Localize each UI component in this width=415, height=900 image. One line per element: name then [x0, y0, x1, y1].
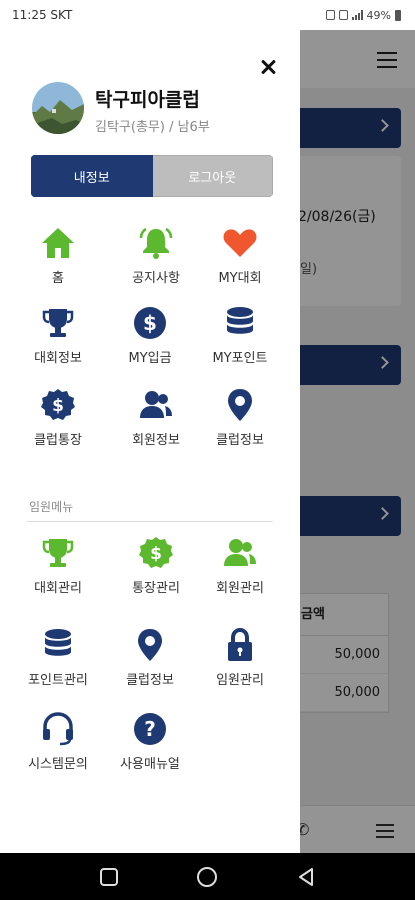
battery-text: 49%: [366, 8, 391, 22]
menu-label: 클럽정보: [126, 673, 174, 688]
menu-item-system-inquiry[interactable]: 시스템문의: [8, 712, 108, 782]
account-buttons: 내정보 로그아웃: [31, 155, 273, 197]
menu-item-home[interactable]: 홈: [8, 226, 108, 296]
status-icons: 49%: [325, 8, 401, 22]
logout-button[interactable]: 로그아웃: [152, 155, 273, 197]
signal-icon: [351, 10, 363, 20]
map-pin-icon: [228, 389, 252, 421]
menu-label: 시스템문의: [28, 757, 88, 772]
menu-item-member-admin[interactable]: 회원관리: [190, 536, 290, 606]
battery-icon: [395, 9, 401, 21]
status-time: 11:25 SKT: [12, 8, 72, 22]
menu-label: 사용매뉴얼: [120, 757, 180, 772]
heart-icon: [223, 229, 257, 257]
question-icon: ?: [134, 713, 166, 745]
menu-item-club-account[interactable]: $ 클럽통장: [8, 388, 108, 458]
recent-apps-button[interactable]: [89, 857, 129, 897]
dollar-badge-icon: $: [41, 389, 75, 420]
home-button[interactable]: [187, 857, 227, 897]
home-icon: [42, 228, 74, 258]
back-button[interactable]: [286, 857, 326, 897]
menu-label: MY포인트: [212, 351, 268, 366]
menu-label: 클럽통장: [34, 433, 82, 448]
alarm-icon: [325, 10, 335, 20]
svg-text:$: $: [143, 311, 157, 335]
menu-item-my-deposit[interactable]: $ MY입금: [100, 306, 200, 376]
side-drawer: 탁구피아클럽 김탁구(총무) / 남6부 내정보 로그아웃 홈 공지사항 MY대…: [0, 30, 300, 853]
menu-item-tournament-admin[interactable]: 대회관리: [8, 536, 108, 606]
system-nav-bar: [0, 853, 415, 900]
close-button[interactable]: [256, 55, 280, 79]
menu-label: 임원관리: [216, 673, 264, 688]
menu-label: MY대회: [218, 271, 262, 286]
svg-text:$: $: [52, 396, 64, 416]
database-icon: [227, 307, 253, 334]
section-divider: [27, 521, 273, 522]
menu-item-club-info[interactable]: 클럽정보: [190, 388, 290, 458]
bell-icon: [139, 227, 173, 259]
menu-label: 포인트관리: [28, 673, 88, 688]
trophy-icon: [42, 309, 74, 337]
club-name: 탁구피아클럽: [95, 89, 200, 111]
avatar: [32, 82, 84, 134]
menu-item-my-tournament[interactable]: MY대회: [190, 226, 290, 296]
time-text: 11:25: [12, 8, 47, 22]
headset-icon: [43, 712, 73, 746]
menu-item-point-admin[interactable]: 포인트관리: [8, 628, 108, 698]
data-icon: [338, 10, 348, 20]
lock-icon: [228, 628, 252, 661]
menu-label: MY입금: [128, 351, 172, 366]
trophy-icon: [42, 539, 74, 567]
carrier-text: SKT: [50, 8, 73, 22]
users-icon: [140, 391, 172, 418]
status-bar: 11:25 SKT 49%: [0, 0, 415, 30]
menu-label: 홈: [52, 271, 64, 286]
recent-apps-icon: [100, 867, 119, 886]
menu-item-tournament-info[interactable]: 대회정보: [8, 306, 108, 376]
back-icon: [298, 867, 313, 886]
svg-text:?: ?: [144, 717, 156, 741]
menu-item-club-info-admin[interactable]: 클럽정보: [100, 628, 200, 698]
home-circle-icon: [197, 866, 218, 887]
dollar-coin-icon: $: [134, 307, 166, 339]
menu-label: 클럽정보: [216, 433, 264, 448]
menu-item-officer-admin[interactable]: 임원관리: [190, 628, 290, 698]
admin-section-label: 임원메뉴: [29, 500, 74, 514]
map-pin-icon: [138, 629, 162, 661]
my-info-button[interactable]: 내정보: [31, 155, 153, 197]
database-icon: [45, 629, 71, 656]
user-info: 김탁구(총무) / 남6부: [95, 120, 210, 135]
menu-item-user-manual[interactable]: ? 사용매뉴얼: [100, 712, 200, 782]
svg-text:$: $: [150, 544, 162, 564]
menu-label: 대회정보: [34, 351, 82, 366]
menu-item-my-point[interactable]: MY포인트: [190, 306, 290, 376]
menu-label: 회원관리: [216, 581, 264, 596]
dollar-badge-icon: $: [139, 537, 173, 568]
menu-label: 대회관리: [34, 581, 82, 596]
users-icon: [224, 539, 256, 566]
